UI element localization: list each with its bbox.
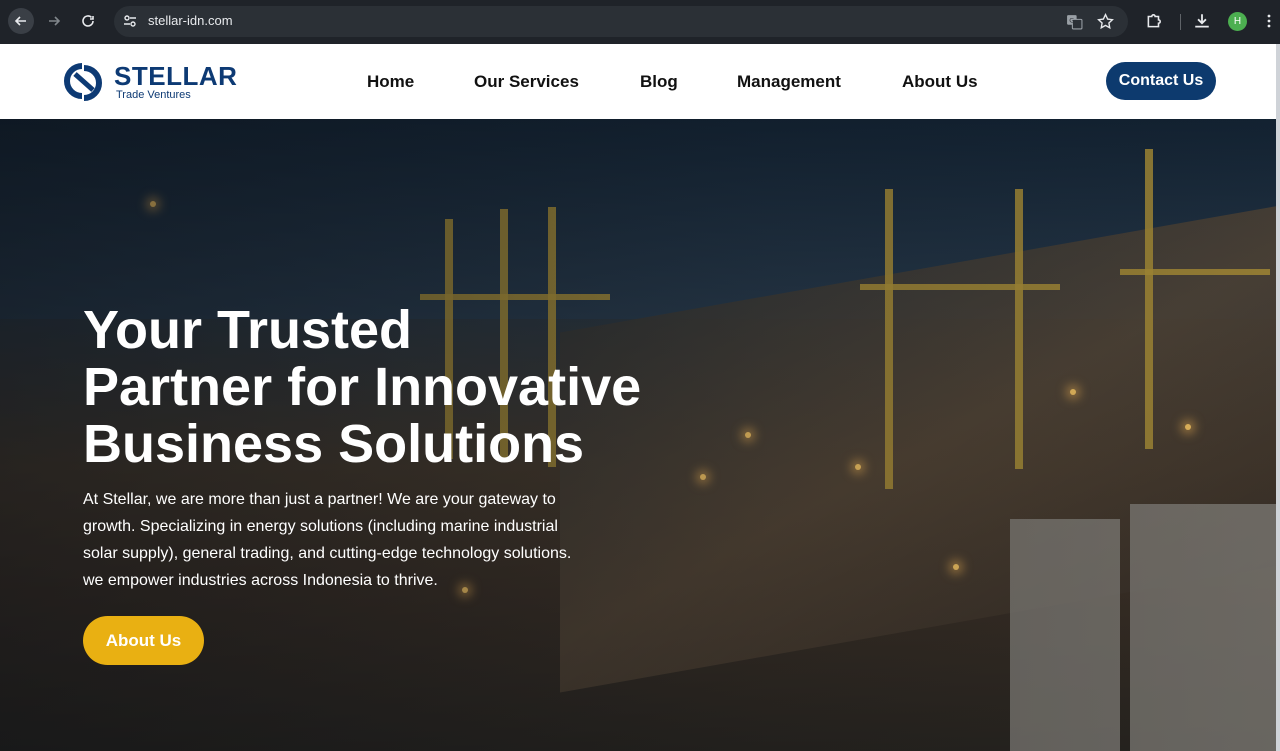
logo-tagline: Trade Ventures <box>116 89 191 101</box>
site-header: STELLAR Trade Ventures Home Our Services… <box>0 44 1276 119</box>
extensions-icon[interactable] <box>1145 12 1163 30</box>
nav-management[interactable]: Management <box>737 72 841 92</box>
back-arrow-icon <box>14 16 26 26</box>
stellar-logo-mark-icon <box>64 63 102 101</box>
page-scrollbar[interactable] <box>1276 44 1280 751</box>
reload-icon <box>82 15 94 27</box>
hero-description: At Stellar, we are more than just a part… <box>83 486 623 594</box>
hero-title: Your Trusted Partner for Innovative Busi… <box>83 302 763 473</box>
forward-button[interactable] <box>41 8 67 34</box>
forward-arrow-icon <box>49 16 61 26</box>
nav-blog[interactable]: Blog <box>640 72 678 92</box>
browser-toolbar: stellar-idn.com G H <box>0 0 1280 44</box>
url-text[interactable]: stellar-idn.com <box>148 13 233 28</box>
bookmark-star-icon[interactable] <box>1097 13 1114 30</box>
svg-text:G: G <box>1069 17 1074 25</box>
hero-description-line: growth. Specializing in energy solutions… <box>83 518 558 535</box>
address-bar[interactable]: stellar-idn.com G <box>114 6 1128 37</box>
toolbar-divider <box>1180 14 1181 30</box>
kebab-menu-icon[interactable] <box>1261 12 1277 30</box>
hero-title-line: Your Trusted <box>83 300 413 360</box>
nav-about-us[interactable]: About Us <box>902 72 978 92</box>
contact-us-button[interactable]: Contact Us <box>1106 62 1216 100</box>
logo-wordmark: STELLAR <box>114 61 238 91</box>
download-icon[interactable] <box>1193 12 1211 30</box>
about-us-button[interactable]: About Us <box>83 616 204 665</box>
hero-description-line: we empower industries across Indonesia t… <box>83 572 438 589</box>
hero-description-line: solar supply), general trading, and cutt… <box>83 545 572 562</box>
nav-home[interactable]: Home <box>367 72 414 92</box>
back-button[interactable] <box>8 8 34 34</box>
site-logo[interactable]: STELLAR Trade Ventures <box>60 58 250 106</box>
profile-avatar[interactable]: H <box>1228 12 1247 31</box>
hero-section: Your Trusted Partner for Innovative Busi… <box>0 119 1276 751</box>
translate-icon[interactable]: G <box>1066 13 1083 30</box>
site-info-icon[interactable] <box>122 13 138 29</box>
hero-title-line: Business Solutions <box>83 414 585 474</box>
reload-button[interactable] <box>75 8 101 34</box>
hero-description-line: At Stellar, we are more than just a part… <box>83 491 556 508</box>
nav-our-services[interactable]: Our Services <box>474 72 579 92</box>
hero-title-line: Partner for Innovative <box>83 357 642 417</box>
